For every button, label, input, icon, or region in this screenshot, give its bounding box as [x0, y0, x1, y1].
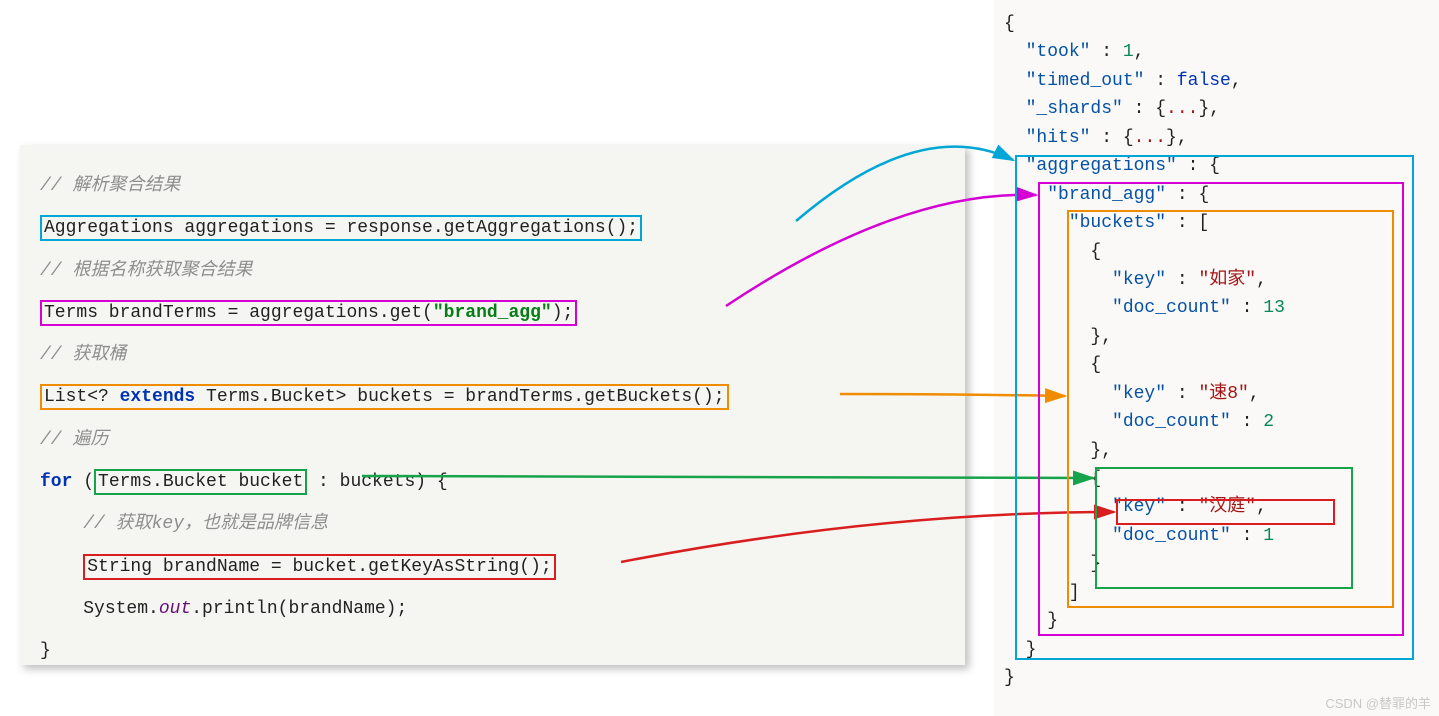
comment-key: // 获取key，也就是品牌信息 — [83, 514, 328, 534]
list-post: Terms.Bucket> buckets = brandTerms.getBu… — [195, 387, 724, 407]
timed-val: false — [1177, 71, 1231, 91]
took-val: 1 — [1123, 42, 1134, 62]
line-terms: Terms brandTerms = aggregations.get("bra… — [40, 300, 577, 326]
out-mid: out — [159, 599, 191, 619]
comment-byname: // 根据名称获取聚合结果 — [40, 261, 252, 281]
line-list: List<? extends Terms.Bucket> buckets = b… — [40, 384, 729, 410]
hits-key: "hits" — [1026, 128, 1091, 148]
out-pre: System. — [83, 599, 159, 619]
line-brandname: String brandName = bucket.getKeyAsString… — [83, 554, 555, 580]
shards-key: "_shards" — [1026, 99, 1123, 119]
code-block: // 解析聚合结果 Aggregations aggregations = re… — [40, 165, 945, 673]
bucket-decl: Terms.Bucket bucket — [94, 469, 307, 495]
brand-agg-string: "brand_agg" — [433, 303, 552, 323]
kw-extends: extends — [120, 387, 196, 407]
list-pre: List<? — [44, 387, 120, 407]
java-code-panel: // 解析聚合结果 Aggregations aggregations = re… — [20, 145, 965, 665]
timed-key: "timed_out" — [1026, 71, 1145, 91]
terms-post: ); — [552, 303, 574, 323]
comment-parse: // 解析聚合结果 — [40, 176, 180, 196]
kw-for: for — [40, 472, 72, 492]
terms-pre: Terms brandTerms = aggregations.get( — [44, 303, 433, 323]
brace-close: } — [40, 641, 51, 661]
out-post: .println(brandName); — [191, 599, 407, 619]
json-box-key — [1116, 499, 1335, 525]
line-aggregations: Aggregations aggregations = response.get… — [40, 215, 642, 241]
json-box-bucket-item — [1095, 467, 1353, 589]
comment-iter: // 遍历 — [40, 430, 108, 450]
ellipsis-icon: ... — [1134, 128, 1166, 148]
for-open: ( — [72, 472, 94, 492]
for-mid: : buckets) { — [307, 472, 447, 492]
comment-bucket: // 获取桶 — [40, 345, 126, 365]
took-key: "took" — [1026, 42, 1091, 62]
watermark: CSDN @替罪的羊 — [1325, 693, 1431, 712]
ellipsis-icon: ... — [1166, 99, 1198, 119]
